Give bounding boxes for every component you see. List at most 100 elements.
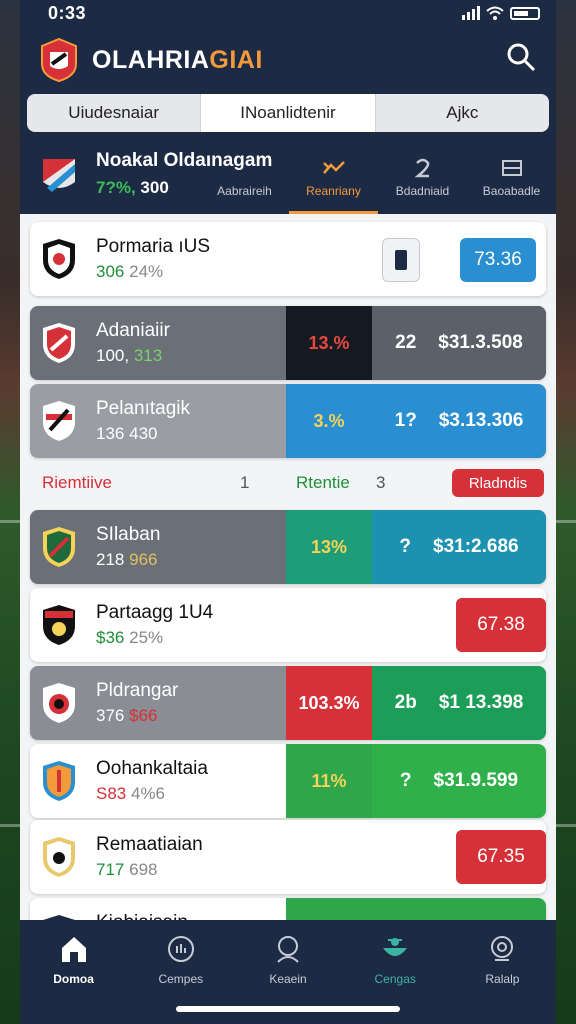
market-odds: 100, 313 bbox=[96, 346, 163, 365]
bookmark-icon bbox=[395, 250, 407, 270]
market-name: Adaniaiir bbox=[96, 320, 170, 341]
nav-profile[interactable]: Keaein bbox=[234, 932, 341, 1000]
nav-label: Cempes bbox=[158, 972, 204, 986]
nav-bets[interactable]: Cengas bbox=[342, 932, 449, 1000]
market-name: SIlaban bbox=[96, 524, 161, 545]
list-item[interactable]: Pldrangar 376 $66 103.3% 2b $1 13.398 bbox=[30, 666, 546, 740]
price-button[interactable]: 67.35 bbox=[456, 830, 546, 884]
segment-0[interactable]: Uiudesnaiar bbox=[27, 94, 200, 132]
value-amount: $3.13.306 bbox=[438, 410, 524, 431]
team-crest-icon bbox=[43, 401, 75, 441]
market-name: Oohankaltaia bbox=[96, 758, 208, 779]
team-crest-icon bbox=[43, 239, 75, 279]
status-time: 0:33 bbox=[48, 3, 87, 23]
market-odds: 306 24% bbox=[96, 262, 164, 281]
section-mid-count: 3 bbox=[376, 473, 386, 492]
percent-cell[interactable]: 11% bbox=[286, 744, 372, 818]
bet-icon bbox=[383, 938, 408, 956]
phone-screen: 0:33 OLAHRIAGIAI Uiudesnaiar INoanlidten… bbox=[20, 0, 556, 1024]
tab-label: Bdadniaid bbox=[395, 184, 450, 198]
value-number: 1? bbox=[394, 410, 417, 431]
team-flag-icon bbox=[43, 159, 75, 192]
team-crest-icon bbox=[43, 683, 75, 723]
nav-stats[interactable]: Cempes bbox=[127, 932, 234, 1000]
value-cell[interactable]: 22 $31.3.508 bbox=[372, 306, 546, 380]
nav-label: Keaein bbox=[269, 972, 307, 986]
percent-cell[interactable]: 13.% bbox=[286, 306, 372, 380]
list-item[interactable]: Kiobiaisain bbox=[30, 898, 546, 920]
bookmark-button[interactable] bbox=[382, 238, 420, 282]
match-header: Noakal Oldaınagam 7?%, 300 Aabraireih Re… bbox=[20, 142, 556, 214]
number-icon bbox=[413, 158, 429, 178]
nav-label: Ralalp bbox=[485, 972, 520, 986]
app-logo-icon bbox=[41, 38, 77, 82]
market-name: Kiobiaisain bbox=[96, 912, 188, 920]
status-bar: 0:33 bbox=[20, 0, 556, 30]
tab-overview[interactable]: Aabraireih bbox=[200, 156, 289, 214]
team-crest-icon bbox=[43, 761, 75, 801]
section-left-count: 1 bbox=[240, 473, 250, 492]
segment-2[interactable]: Ajkc bbox=[376, 94, 549, 132]
price-button[interactable]: 73.36 bbox=[460, 238, 536, 282]
percent-cell[interactable]: 103.3% bbox=[286, 666, 372, 740]
value-amount: $31.3.508 bbox=[438, 332, 523, 353]
list-item[interactable]: Pelanıtagik 136 430 3.% 1? $3.13.306 bbox=[30, 384, 546, 458]
header-area: 0:33 OLAHRIAGIAI Uiudesnaiar INoanlidten… bbox=[20, 0, 556, 214]
market-odds: 376 $66 bbox=[96, 706, 158, 725]
app-title: OLAHRIAGIAI bbox=[92, 46, 263, 74]
team-crest-icon bbox=[43, 323, 75, 363]
match-tabs: Aabraireih Reanriany Bdadniaid Baoabadle bbox=[200, 156, 556, 214]
market-odds: $36 25% bbox=[96, 628, 164, 647]
section-filter-button[interactable]: Rladndis bbox=[452, 469, 544, 497]
segment-control: Uiudesnaiar INoanlidtenir Ajkc bbox=[27, 94, 549, 132]
battery-icon bbox=[510, 6, 540, 20]
value-cell[interactable] bbox=[286, 898, 546, 920]
list-item[interactable]: Adaniaiir 100, 313 13.% 22 $31.3.508 bbox=[30, 306, 546, 380]
search-icon[interactable] bbox=[506, 42, 536, 72]
value-cell[interactable]: 1? $3.13.306 bbox=[372, 384, 546, 458]
app-bar: OLAHRIAGIAI bbox=[20, 30, 556, 90]
signal-icon bbox=[462, 6, 480, 20]
value-number: ? bbox=[399, 770, 412, 791]
list-item[interactable]: Oohankaltaia S83 4%6 11% ? $31.9.599 bbox=[30, 744, 546, 818]
value-cell[interactable]: 2b $1 13.398 bbox=[372, 666, 546, 740]
value-cell[interactable]: ? $31:2.686 bbox=[372, 510, 546, 584]
home-indicator[interactable] bbox=[176, 1006, 400, 1012]
section-left-label: Riemtiive bbox=[42, 473, 112, 492]
value-cell[interactable]: ? $31.9.599 bbox=[372, 744, 546, 818]
value-number: 22 bbox=[395, 332, 417, 353]
trend-icon bbox=[322, 161, 345, 174]
tab-stats[interactable]: Bdadniaid bbox=[378, 156, 467, 214]
bottom-nav: Domoa Cempes Keaein Cengas Ralalp bbox=[20, 920, 556, 1024]
percent-cell[interactable]: 13% bbox=[286, 510, 372, 584]
team-crest-icon bbox=[43, 527, 75, 567]
card-icon bbox=[501, 160, 522, 176]
market-name: Pldrangar bbox=[96, 680, 179, 701]
market-odds: 218 966 bbox=[96, 550, 158, 569]
tab-trend[interactable]: Reanriany bbox=[289, 156, 378, 214]
tab-label: Reanriany bbox=[306, 184, 361, 198]
list-item[interactable]: SIlaban 218 966 13% ? $31:2.686 bbox=[30, 510, 546, 584]
tab-cards[interactable]: Baoabadle bbox=[467, 156, 556, 214]
list-item[interactable]: Remaatiaian 717 698 67.35 bbox=[30, 820, 546, 894]
value-amount: $1 13.398 bbox=[438, 692, 524, 713]
value-amount: $31.9.599 bbox=[433, 770, 519, 791]
market-list: Pormaria ıUS 306 24% 73.36 Adaniaiir 100… bbox=[20, 214, 556, 920]
segment-1[interactable]: INoanlidtenir bbox=[200, 94, 376, 132]
tab-label: Aabraireih bbox=[217, 184, 272, 198]
status-icons bbox=[462, 6, 540, 20]
market-name: Pormaria ıUS bbox=[96, 236, 211, 257]
nav-home[interactable]: Domoa bbox=[20, 932, 127, 1000]
market-odds: 717 698 bbox=[96, 860, 158, 879]
market-name: Remaatiaian bbox=[96, 834, 203, 855]
section-mid-label: Rtentie bbox=[296, 473, 350, 492]
nav-support[interactable]: Ralalp bbox=[449, 932, 556, 1000]
value-amount: $31:2.686 bbox=[433, 536, 519, 557]
percent-cell[interactable]: 3.% bbox=[286, 384, 372, 458]
market-name: Pelanıtagik bbox=[96, 398, 191, 419]
market-name: Partaagg 1U4 bbox=[96, 602, 214, 623]
list-item[interactable]: Partaagg 1U4 $36 25% 67.38 bbox=[30, 588, 546, 662]
nav-label: Domoa bbox=[53, 972, 94, 986]
list-item[interactable]: Pormaria ıUS 306 24% 73.36 bbox=[30, 222, 546, 296]
price-button[interactable]: 67.38 bbox=[456, 598, 546, 652]
